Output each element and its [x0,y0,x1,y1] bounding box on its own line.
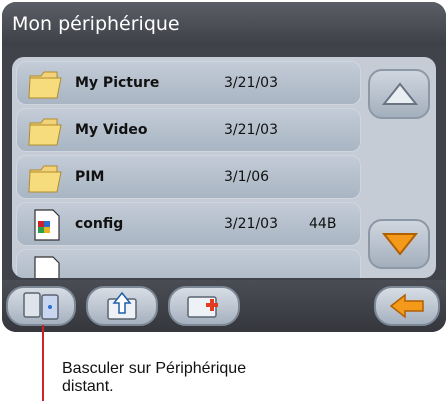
window-title: Mon périphérique [2,2,446,46]
file-date: 3/1/06 [224,169,270,185]
switch-device-button[interactable] [6,286,76,326]
scroll-down-button[interactable] [368,219,430,269]
list-item[interactable]: PIM 3/1/06 [16,155,361,199]
up-folder-icon [107,291,137,320]
file-size: 44B [309,216,337,232]
folder-icon [27,113,67,149]
bottom-toolbar [2,280,446,332]
file-name: My Picture [75,75,160,91]
file-date: 3/21/03 [224,75,278,91]
file-icon [27,254,67,278]
new-folder-icon [187,296,218,318]
list-item[interactable]: My Picture 3/21/03 [16,61,361,105]
list-item[interactable]: config 3/21/03 44B [16,202,361,246]
file-icon [27,207,67,243]
up-arrow-icon [382,82,418,105]
file-date: 3/21/03 [224,216,278,232]
list-item[interactable] [16,249,361,278]
back-icon [389,293,424,319]
back-button[interactable] [374,286,440,326]
new-folder-button[interactable] [168,286,240,326]
file-name: My Video [75,122,148,138]
folder-icon [27,66,67,102]
file-name: PIM [75,169,105,185]
switch-device-icon [23,292,59,320]
callout-text: Basculer sur Périphérique distant. [62,360,247,395]
file-date: 3/21/03 [224,122,278,138]
device-screen: Mon périphérique My Picture 3/21/03 My V… [2,2,446,332]
file-name: config [75,216,124,232]
folder-icon [27,160,67,196]
scroll-up-button[interactable] [368,69,430,119]
list-item[interactable]: My Video 3/21/03 [16,108,361,152]
callout-line [42,325,44,401]
down-arrow-icon [382,233,418,256]
parent-folder-button[interactable] [86,286,158,326]
file-list: My Picture 3/21/03 My Video 3/21/03 PIM … [12,57,436,278]
